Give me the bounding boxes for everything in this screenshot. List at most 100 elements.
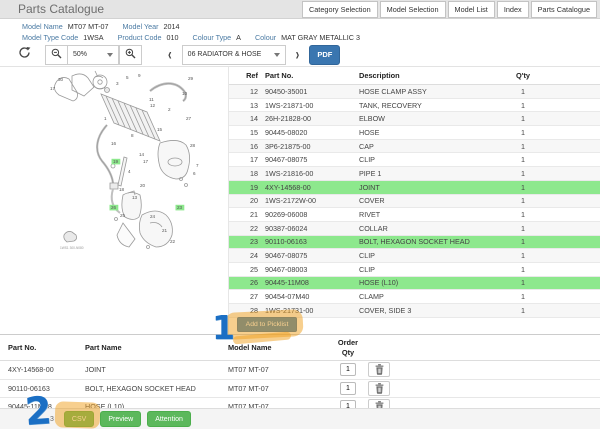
cell-ref: 19 [229,183,265,192]
nav-tabs: Category SelectionModel SelectionModel L… [302,1,597,18]
cell-ref: 25 [229,265,265,274]
chevron-down-icon [274,53,280,57]
next-section-button[interactable]: › [292,45,304,65]
svg-text:6: 6 [193,171,196,176]
parts-table-row[interactable]: 201WS-2172W-00COVER1 [229,195,600,209]
cell-qty: 1 [489,155,557,164]
delete-row-button[interactable] [368,399,390,408]
parts-table-row[interactable]: 1290450-35001HOSE CLAMP ASSY1 [229,85,600,99]
svg-text:18: 18 [119,187,125,192]
delete-row-button[interactable] [368,362,390,377]
refresh-button[interactable] [14,45,35,65]
cell-ref: 24 [229,251,265,260]
chevron-down-icon [107,53,113,57]
info-label: Product Code [118,33,162,42]
tab-index[interactable]: Index [497,1,529,18]
svg-text:24: 24 [150,214,156,219]
cell-description: CLIP [359,155,489,164]
parts-table-row[interactable]: 281WS-21731-00COVER, SIDE 31 [229,304,600,318]
cell-ref: 27 [229,292,265,301]
svg-text:25: 25 [120,213,126,218]
cell-qty: 1 [489,210,557,219]
svg-text:14: 14 [139,152,145,157]
attention-button[interactable]: Attention [147,411,191,427]
csv-button[interactable]: CSV [64,411,94,427]
parts-table-row[interactable]: 1426H-21828-00ELBOW1 [229,112,600,126]
cell-description: HOSE [359,128,489,137]
tab-category-selection[interactable]: Category Selection [302,1,378,18]
picklist-section: Part No. Part Name Model Name Order Qty … [0,334,600,408]
cell-ref: 13 [229,101,265,110]
cell-description: ELBOW [359,114,489,123]
zoom-out-button[interactable] [45,45,68,65]
tab-model-list[interactable]: Model List [448,1,495,18]
zoom-in-button[interactable] [119,45,142,65]
picklist-body: 4XY-14568-00JOINTMT07 MT-07 90110-06163B… [0,361,600,408]
info-value: 1WSA [83,33,103,42]
parts-table-row[interactable]: 181WS-21816-00PIPE 11 [229,167,600,181]
info-value: MAT GRAY METALLIC 3 [281,33,360,42]
picklist-header: Part No. Part Name Model Name Order Qty [0,335,600,361]
previous-section-button[interactable]: ‹ [164,45,176,65]
model-info-row-1: Model NameMT07 MT-07Model Year2014 [22,21,582,31]
main-content: 3017539111221029271816152814171947618132… [0,66,600,334]
cell-qty: 1 [489,196,557,205]
tab-model-selection[interactable]: Model Selection [380,1,446,18]
svg-text:30: 30 [58,77,64,82]
cell-part-no: 90467-08003 [265,265,359,274]
svg-text:17: 17 [143,159,149,164]
parts-table-row[interactable]: 2590467-08003CLIP1 [229,263,600,277]
section-select-value: 06 RADIATOR & HOSE [188,51,262,58]
model-info-row-2: Model Type Code1WSAProduct Code010Colour… [22,32,582,42]
pdf-button[interactable]: PDF [309,45,340,65]
parts-table-row[interactable]: 2190269-06008RIVET1 [229,208,600,222]
cell-part-no: 4XY-14568-00 [8,365,85,374]
cell-description: HOSE (L10) [359,278,489,287]
cell-part-no: 90445-08020 [265,128,359,137]
cell-qty: 1 [489,237,557,246]
cell-qty: 1 [489,183,557,192]
cell-ref: 14 [229,114,265,123]
order-qty-input[interactable] [340,400,356,408]
cell-ref: 20 [229,196,265,205]
svg-text:29: 29 [188,76,194,81]
add-to-picklist-button[interactable]: Add to Picklist [237,317,297,332]
svg-text:7: 7 [196,163,199,168]
cell-qty: 1 [489,101,557,110]
parts-table-row[interactable]: 1790467-08075CLIP1 [229,153,600,167]
cell-description: CLAMP [359,292,489,301]
order-qty-input[interactable] [340,382,356,395]
info-label: Model Year [123,22,159,31]
tab-parts-catalogue[interactable]: Parts Catalogue [531,1,597,18]
parts-table-row[interactable]: 131WS-21871-00TANK, RECOVERY1 [229,99,600,113]
picklist-count: 3 [50,416,54,423]
cell-model-name: MT07 MT-07 [228,365,328,374]
footer-bar: 3 CSV Preview Attention [0,408,600,429]
parts-table-row[interactable]: 2290387-06024COLLAR1 [229,222,600,236]
parts-table-row[interactable]: 194XY-14568-00JOINT1 [229,181,600,195]
cell-description: COVER, SIDE 3 [359,306,489,315]
parts-diagram[interactable]: 3017539111221029271816152814171947618132… [0,67,228,335]
section-select[interactable]: 06 RADIATOR & HOSE [182,45,286,65]
col-part-no: Part No. [265,71,359,80]
preview-button[interactable]: Preview [100,411,141,427]
cell-part-no: 90110-06163 [8,384,85,393]
zoom-level-select[interactable]: 50% [67,45,119,65]
order-qty-input[interactable] [340,363,356,376]
parts-table-row[interactable]: 1590445-08020HOSE1 [229,126,600,140]
svg-text:9: 9 [138,73,141,78]
cell-qty: 1 [489,142,557,151]
delete-row-button[interactable] [368,381,390,396]
parts-table-row[interactable]: 163P6-21875-00CAP1 [229,140,600,154]
parts-table-row[interactable]: 2390110-06163BOLT, HEXAGON SOCKET HEAD1 [229,236,600,250]
cell-ref: 22 [229,224,265,233]
cell-ref: 26 [229,278,265,287]
model-info-model-name: Model NameMT07 MT-07 [22,22,109,31]
parts-table-row[interactable]: 2690445-11M08HOSE (L10)1 [229,277,600,291]
cell-description: CAP [359,142,489,151]
svg-text:28: 28 [190,143,196,148]
parts-table-row[interactable]: 2790454-07M40CLAMP1 [229,290,600,304]
cell-description: JOINT [359,183,489,192]
cell-part-no: 90110-06163 [265,237,359,246]
parts-table-row[interactable]: 2490467-08075CLIP1 [229,249,600,263]
